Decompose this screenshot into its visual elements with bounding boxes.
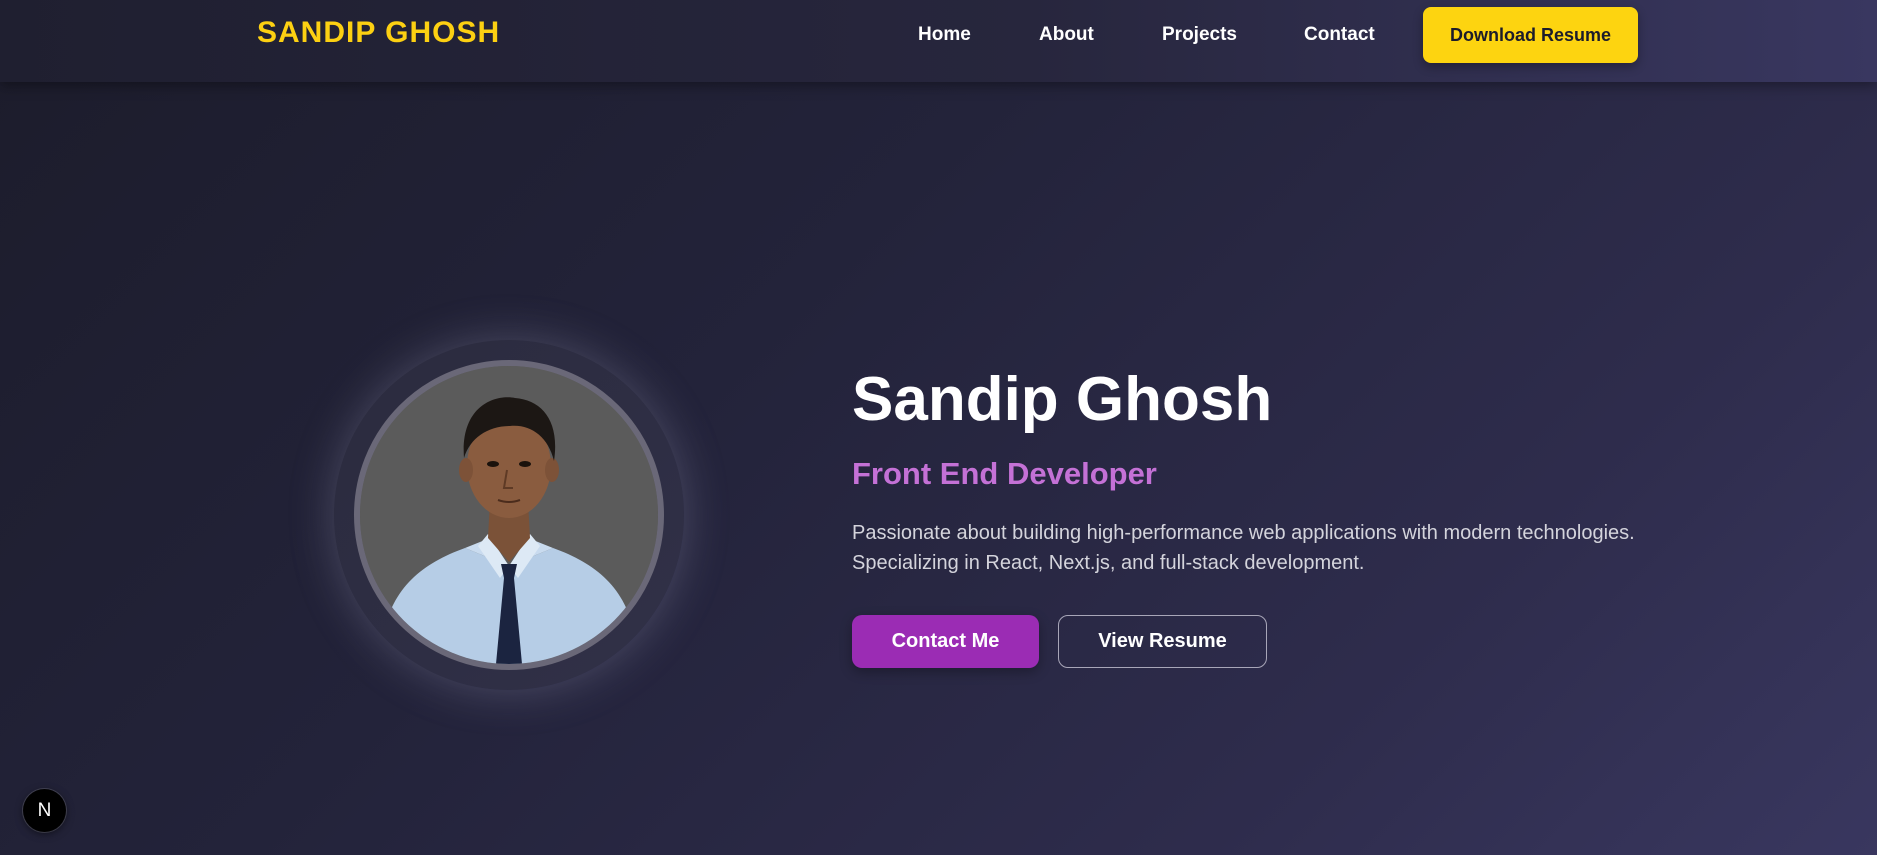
- nav-link-contact[interactable]: Contact: [1304, 24, 1375, 46]
- nav-link-projects[interactable]: Projects: [1162, 24, 1237, 46]
- contact-me-button[interactable]: Contact Me: [852, 615, 1039, 668]
- site-logo[interactable]: SANDIP GHOSH: [257, 16, 500, 50]
- hero-description: Passionate about building high-performan…: [852, 518, 1712, 578]
- hero-description-line-2: Specializing in React, Next.js, and full…: [852, 552, 1365, 574]
- nav-link-about[interactable]: About: [1039, 24, 1094, 46]
- avatar-ring: [334, 340, 684, 690]
- profile-photo: [360, 366, 658, 664]
- hero-description-line-1: Passionate about building high-performan…: [852, 522, 1635, 544]
- navbar: SANDIP GHOSH Home About Projects Contact…: [0, 0, 1877, 82]
- hero-name: Sandip Ghosh: [852, 365, 1273, 434]
- avatar: [354, 360, 664, 670]
- download-resume-button[interactable]: Download Resume: [1423, 7, 1638, 63]
- nav-link-home[interactable]: Home: [918, 24, 971, 46]
- nextjs-icon[interactable]: N: [23, 789, 66, 832]
- view-resume-button[interactable]: View Resume: [1058, 615, 1267, 668]
- hero-role: Front End Developer: [852, 456, 1157, 491]
